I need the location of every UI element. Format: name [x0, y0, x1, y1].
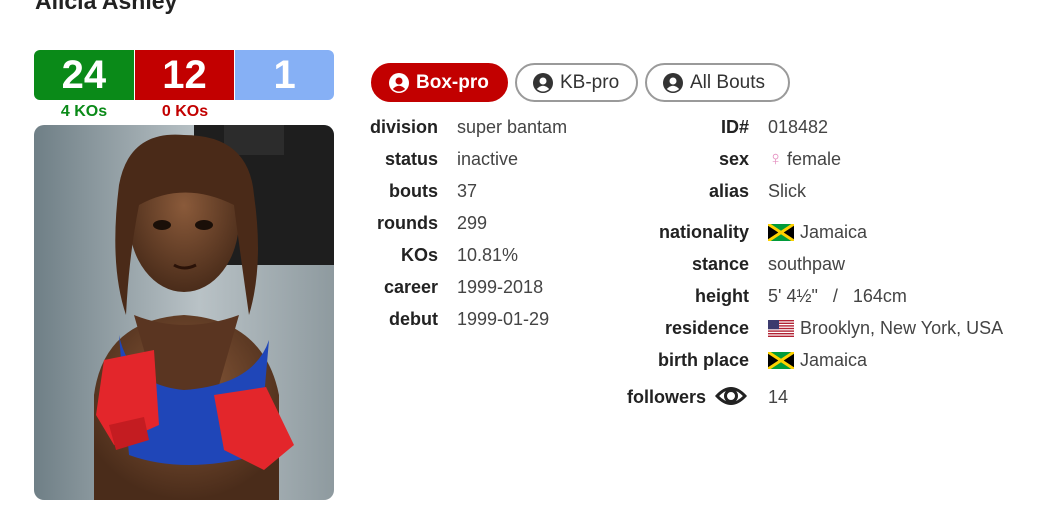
- tab-kb-pro[interactable]: KB-pro: [515, 63, 638, 102]
- residence-value[interactable]: Brooklyn, New York, USA: [768, 317, 1003, 339]
- jamaica-flag-icon: [768, 223, 794, 241]
- tab-box-pro[interactable]: Box-pro: [371, 63, 508, 102]
- debut-value: 1999-01-29: [457, 309, 550, 329]
- followers-label: followers: [626, 387, 706, 407]
- height-label: height: [695, 286, 749, 306]
- record-tabs: Box-pro KB-pro All Bouts: [371, 63, 797, 102]
- tab-label: KB-pro: [560, 71, 620, 93]
- followers-value: 14: [768, 387, 789, 407]
- alias-label: alias: [708, 181, 749, 201]
- user-circle-icon: [533, 72, 553, 93]
- id-value: 018482: [768, 117, 829, 137]
- birth-place-label: birth place: [657, 350, 749, 370]
- losses-count: 12: [134, 50, 235, 100]
- birth-place-value[interactable]: Jamaica: [768, 349, 867, 371]
- status-value: inactive: [457, 149, 519, 169]
- bouts-label: bouts: [389, 181, 438, 201]
- kos-label: KOs: [400, 245, 438, 265]
- sex-text: female: [787, 149, 842, 169]
- rounds-label: rounds: [377, 213, 438, 233]
- jamaica-flag-icon: [768, 351, 794, 369]
- draws-count: 1: [235, 50, 334, 100]
- debut-label: debut: [389, 309, 438, 329]
- career-value: 1999-2018: [457, 277, 544, 297]
- division-label: division: [369, 117, 438, 137]
- boxer-name: Alicia Ashley: [35, 0, 178, 14]
- record-bar: 24 12 1: [34, 50, 334, 100]
- birth-place-text: Jamaica: [800, 350, 868, 370]
- bouts-value: 37: [457, 181, 478, 201]
- sex-label: sex: [718, 149, 749, 169]
- height-value: 5' 4½" / 164cm: [768, 286, 907, 306]
- residence-label: residence: [664, 318, 749, 338]
- tab-all-bouts[interactable]: All Bouts: [645, 63, 790, 102]
- wins-count: 24: [34, 50, 134, 100]
- tab-label: All Bouts: [690, 71, 765, 93]
- stance-label: stance: [691, 254, 749, 274]
- boxer-photo: [34, 125, 334, 500]
- user-circle-icon: [389, 72, 409, 93]
- residence-text: Brooklyn, New York, USA: [800, 318, 1004, 338]
- status-label: status: [384, 149, 438, 169]
- eye-icon[interactable]: [715, 383, 747, 409]
- losses-kos: 0 KOs: [161, 103, 209, 120]
- sex-value: ♀ female: [768, 148, 841, 170]
- venus-icon: ♀: [768, 148, 783, 170]
- kos-value: 10.81%: [457, 245, 519, 265]
- career-label: career: [383, 277, 438, 297]
- nationality-value[interactable]: Jamaica: [768, 221, 867, 243]
- division-value: super bantam: [457, 117, 568, 137]
- id-label: ID#: [720, 117, 749, 137]
- tab-label: Box-pro: [416, 71, 489, 93]
- nationality-label: nationality: [658, 222, 749, 242]
- rounds-value: 299: [457, 213, 488, 233]
- usa-flag-icon: [768, 319, 794, 337]
- nationality-text: Jamaica: [800, 222, 868, 242]
- user-circle-icon: [663, 72, 683, 93]
- alias-value: Slick: [768, 181, 807, 201]
- wins-kos: 4 KOs: [60, 103, 108, 120]
- stance-value: southpaw: [768, 254, 846, 274]
